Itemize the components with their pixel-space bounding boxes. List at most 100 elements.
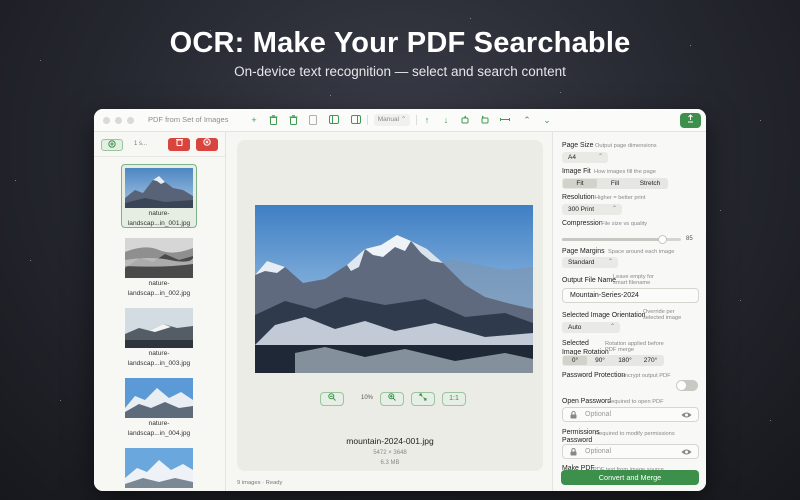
password-protection-toggle[interactable] [676, 380, 698, 391]
rotation-hint: Rotation applied before PDF merge [605, 341, 664, 354]
convert-and-merge-button[interactable]: Convert and Merge [561, 470, 699, 485]
open-password-hint: Required to open PDF [607, 399, 664, 405]
chevron-updown-icon: ⌃ [609, 324, 615, 330]
rotation-270-option[interactable]: 270° [638, 356, 663, 365]
chevron-updown-icon: ⌃ [611, 206, 617, 212]
list-item[interactable]: nature- landscap...in_004.jpg [121, 375, 197, 439]
dash-icon[interactable] [500, 115, 510, 125]
output-name-label: Output File Name [562, 277, 616, 284]
compression-value: 85 [686, 236, 693, 242]
hero-title: OCR: Make Your PDF Searchable [169, 27, 631, 59]
clear-all-button[interactable] [196, 138, 218, 151]
page-size-select[interactable]: A4 ⌃ [562, 152, 608, 163]
lock-icon [570, 411, 577, 419]
compression-label: Compression [562, 220, 603, 227]
file-dimensions: 5472 × 3648 [373, 450, 407, 456]
thumbnail-image [125, 168, 193, 208]
hero-subtitle: On-device text recognition — select and … [234, 64, 566, 79]
page-margins-label: Page Margins [562, 248, 605, 255]
chevron-updown-icon: ⌃ [607, 259, 613, 265]
fill-option[interactable]: Fill [598, 179, 632, 188]
orientation-hint: Override per selected image [643, 309, 682, 322]
export-icon [688, 114, 693, 123]
file-size: 6.3 MB [380, 460, 400, 466]
add-circle-icon [108, 140, 116, 148]
zoom-out-icon [328, 393, 336, 401]
chevron-up-icon[interactable]: ⌃ [522, 115, 532, 125]
fit-to-window-button[interactable] [411, 392, 435, 406]
rotation-0-option[interactable]: 0° [563, 356, 587, 365]
page-size-label: Page Size [562, 142, 594, 149]
window-title: PDF from Set of Images [148, 115, 229, 124]
password-protection-label: Password Protection [562, 372, 626, 379]
slider-knob[interactable] [658, 235, 667, 244]
list-item[interactable]: nature- landscap...in_002.jpg [121, 235, 197, 299]
delete-selected-button[interactable] [168, 138, 190, 151]
actual-size-button[interactable]: 1:1 [442, 392, 466, 406]
thumbnail-image [125, 378, 193, 418]
password-protection-hint: Encrypt output PDF [621, 373, 671, 379]
selection-count: 1 s... [134, 141, 148, 147]
page-margins-select[interactable]: Standard ⌃ [562, 257, 618, 268]
thumbnail-image [125, 448, 193, 488]
open-password-label: Open Password [562, 398, 612, 405]
zoom-in-button[interactable] [380, 392, 404, 406]
zoom-window-button[interactable] [127, 117, 134, 124]
preview-image [255, 205, 533, 373]
add-icon[interactable]: + [249, 115, 259, 125]
list-item[interactable]: nature- landscap...in_001.jpg [121, 164, 197, 228]
image-sidebar: 1 s... nature- landscap...in_001.jpg nat… [94, 132, 226, 491]
orientation-select[interactable]: Auto ⌃ [562, 322, 620, 333]
permissions-password-hint: Required to modify permissions [595, 431, 675, 437]
fit-option[interactable]: Fit [563, 179, 597, 188]
eye-icon [681, 449, 692, 455]
thumbnail-image [125, 308, 193, 348]
minimize-window-button[interactable] [115, 117, 122, 124]
open-password-field[interactable]: Optional [562, 407, 699, 422]
trash-all-icon[interactable] [288, 115, 298, 125]
export-button[interactable] [680, 113, 701, 128]
permissions-password-field[interactable]: Optional [562, 444, 699, 459]
orientation-label: Selected Image Orientation [562, 312, 646, 319]
document-icon[interactable] [308, 115, 318, 125]
lock-icon [570, 448, 577, 456]
rotation-segmented: 0° 90° 180° 270° [562, 355, 664, 366]
chevron-updown-icon: ⌃ [597, 154, 603, 160]
sidebar-toolbar: 1 s... [94, 132, 226, 157]
eye-icon [681, 412, 692, 418]
compression-hint: File size vs quality [601, 221, 648, 227]
rotation-180-option[interactable]: 180° [613, 356, 637, 365]
permissions-password-label: Permissions Password [562, 429, 600, 444]
list-item[interactable]: nature- landscap...in_003.jpg [121, 305, 197, 369]
rotate-left-icon[interactable] [460, 115, 470, 125]
resolution-hint: Higher = better print [595, 195, 646, 201]
rotation-90-option[interactable]: 90° [588, 356, 612, 365]
page-margins-hint: Space around each image [608, 249, 675, 255]
resolution-select[interactable]: 300 Print ⌃ [562, 204, 622, 215]
arrow-down-icon[interactable]: ↓ [441, 115, 451, 125]
stretch-option[interactable]: Stretch [633, 179, 667, 188]
zoom-out-button[interactable] [320, 392, 344, 406]
sidebar-left-icon[interactable] [329, 115, 339, 125]
list-item[interactable] [121, 445, 197, 491]
add-image-button[interactable] [101, 139, 123, 151]
chevron-down-icon[interactable]: ⌄ [542, 115, 552, 125]
file-name: mountain-2024-001.jpg [346, 436, 434, 446]
page-size-hint: Output page dimensions [595, 143, 657, 149]
resolution-label: Resolution [562, 194, 595, 201]
image-fit-label: Image Fit [562, 168, 591, 175]
output-name-field[interactable]: Mountain-Series-2024 [562, 288, 699, 303]
compression-slider[interactable] [562, 235, 681, 244]
close-window-button[interactable] [103, 117, 110, 124]
trash-icon[interactable] [268, 115, 278, 125]
app-window: PDF from Set of Images + Manual ⌃ ↑ ↓ ⌃ … [94, 109, 706, 491]
zoom-in-icon [388, 393, 396, 401]
settings-panel: Page Size Output page dimensions A4 ⌃ Ima… [552, 132, 706, 491]
rotate-right-icon[interactable] [479, 115, 489, 125]
arrow-up-icon[interactable]: ↑ [422, 115, 432, 125]
image-fit-segmented: Fit Fill Stretch [562, 178, 668, 189]
mode-select[interactable]: Manual ⌃ [374, 114, 410, 126]
expand-icon [419, 393, 427, 401]
sidebar-right-icon[interactable] [351, 115, 361, 125]
image-fit-hint: How images fill the page [594, 169, 656, 175]
